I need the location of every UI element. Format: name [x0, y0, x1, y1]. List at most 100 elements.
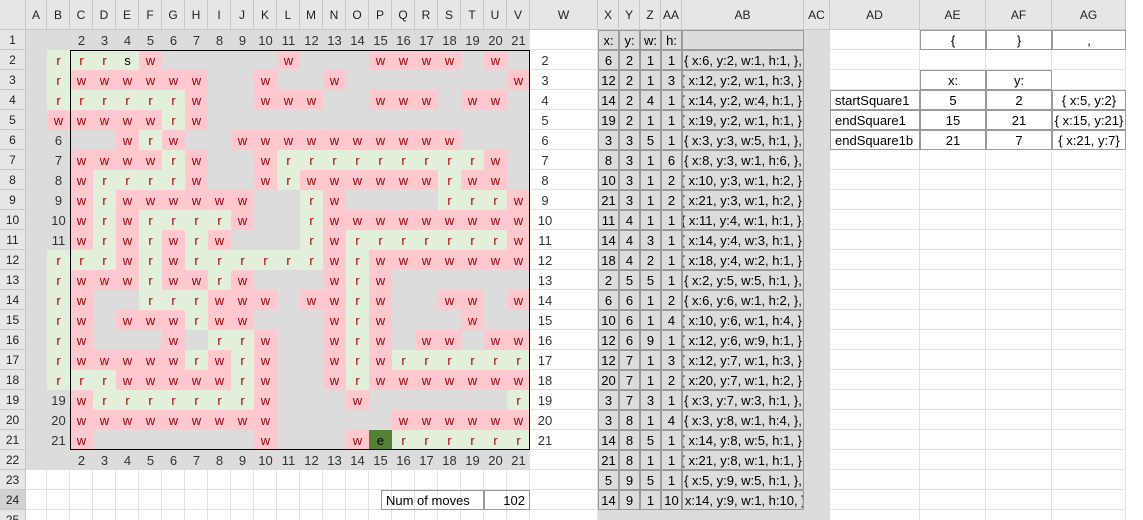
grid-cell[interactable]: [231, 470, 254, 490]
wall-table-cell[interactable]: 3: [598, 390, 619, 410]
grid-cell[interactable]: [300, 510, 323, 520]
route-cell[interactable]: r: [185, 350, 208, 370]
wall-table-cell[interactable]: 4: [640, 90, 661, 110]
route-cell[interactable]: r: [93, 50, 116, 70]
row-header-4[interactable]: 4: [0, 90, 26, 110]
wall-cell[interactable]: w: [254, 410, 277, 430]
wall-object-string[interactable]: { x:11, y:4, w:1, h:1, },: [682, 210, 804, 230]
grid-cell[interactable]: [185, 490, 208, 510]
route-cell[interactable]: r: [185, 290, 208, 310]
wall-table-cell[interactable]: 21: [598, 190, 619, 210]
column-header-l[interactable]: L: [277, 0, 300, 30]
wall-cell[interactable]: w: [438, 330, 461, 350]
grid-cell[interactable]: [830, 190, 920, 210]
wall-cell[interactable]: w: [231, 410, 254, 430]
route-cell[interactable]: r: [507, 430, 530, 450]
wall-table-cell[interactable]: 3: [619, 130, 640, 150]
column-header-s[interactable]: S: [438, 0, 461, 30]
row-header-9[interactable]: 9: [0, 190, 26, 210]
route-cell[interactable]: r: [116, 170, 139, 190]
grid-cell[interactable]: [1052, 230, 1126, 250]
wall-cell[interactable]: w: [484, 330, 507, 350]
route-cell[interactable]: r: [47, 310, 70, 330]
grid-cell[interactable]: [93, 470, 116, 490]
row-header-5[interactable]: 5: [0, 110, 26, 130]
wall-cell[interactable]: w: [162, 330, 185, 350]
grid-cell[interactable]: [830, 230, 920, 250]
wall-cell[interactable]: w: [139, 370, 162, 390]
row-header-17[interactable]: 17: [0, 350, 26, 370]
wall-cell[interactable]: w: [162, 350, 185, 370]
wall-cell[interactable]: w: [208, 410, 231, 430]
grid-cell[interactable]: [986, 190, 1052, 210]
route-cell[interactable]: r: [93, 170, 116, 190]
grid-cell[interactable]: [1052, 290, 1126, 310]
wall-cell[interactable]: w: [185, 110, 208, 130]
wall-object-string[interactable]: { x:21, y:8, w:1, h:1, },: [682, 450, 804, 470]
column-header-aa[interactable]: AA: [661, 0, 682, 30]
grid-cell[interactable]: [920, 170, 986, 190]
grid-cell[interactable]: [830, 150, 920, 170]
route-cell[interactable]: r: [300, 250, 323, 270]
grid-cell[interactable]: [986, 390, 1052, 410]
route-cell[interactable]: r: [93, 90, 116, 110]
wall-cell[interactable]: w: [116, 110, 139, 130]
grid-cell[interactable]: [986, 490, 1052, 510]
wall-cell[interactable]: w: [139, 190, 162, 210]
row-header-8[interactable]: 8: [0, 170, 26, 190]
wall-table-cell[interactable]: 1: [640, 70, 661, 90]
wall-cell[interactable]: w: [369, 330, 392, 350]
row-header-3[interactable]: 3: [0, 70, 26, 90]
wall-cell[interactable]: w: [392, 170, 415, 190]
wall-cell[interactable]: w: [369, 90, 392, 110]
wall-table-cell[interactable]: 1: [640, 310, 661, 330]
grid-cell[interactable]: [830, 430, 920, 450]
wall-table-cell[interactable]: 10: [661, 490, 682, 510]
grid-cell[interactable]: [1052, 70, 1126, 90]
grid-cell[interactable]: [277, 490, 300, 510]
wall-cell[interactable]: w: [461, 250, 484, 270]
grid-cell[interactable]: [70, 470, 93, 490]
wall-table-cell[interactable]: 2: [619, 90, 640, 110]
wall-cell[interactable]: w: [507, 70, 530, 90]
wall-table-cell[interactable]: 1: [661, 130, 682, 150]
coordinate-x[interactable]: 5: [920, 90, 986, 110]
grid-cell[interactable]: [920, 490, 986, 510]
wall-cell[interactable]: w: [185, 270, 208, 290]
wall-cell[interactable]: w: [254, 90, 277, 110]
grid-cell[interactable]: [830, 370, 920, 390]
wall-cell[interactable]: w: [392, 410, 415, 430]
column-header-e[interactable]: E: [116, 0, 139, 30]
route-cell[interactable]: r: [208, 390, 231, 410]
wall-cell[interactable]: w: [70, 190, 93, 210]
grid-cell[interactable]: [986, 150, 1052, 170]
wall-object-string[interactable]: { x:3, y:7, w:3, h:1, },: [682, 390, 804, 410]
wall-table-cell[interactable]: 2: [619, 110, 640, 130]
route-cell[interactable]: r: [185, 210, 208, 230]
wall-table-cell[interactable]: 1: [661, 50, 682, 70]
route-cell[interactable]: r: [139, 390, 162, 410]
column-header-r[interactable]: R: [415, 0, 438, 30]
wall-cell[interactable]: w: [116, 230, 139, 250]
route-cell[interactable]: r: [346, 230, 369, 250]
wall-cell[interactable]: w: [438, 250, 461, 270]
route-cell[interactable]: r: [70, 50, 93, 70]
route-cell[interactable]: r: [323, 150, 346, 170]
route-cell[interactable]: r: [231, 370, 254, 390]
grid-cell[interactable]: [530, 510, 598, 520]
route-cell[interactable]: r: [47, 290, 70, 310]
wall-cell[interactable]: w: [323, 270, 346, 290]
wall-object-string[interactable]: { x:12, y:7, w:1, h:3, },: [682, 350, 804, 370]
wall-cell[interactable]: w: [254, 150, 277, 170]
route-cell[interactable]: r: [93, 190, 116, 210]
route-cell[interactable]: r: [47, 270, 70, 290]
row-header-11[interactable]: 11: [0, 230, 26, 250]
wall-cell[interactable]: w: [415, 90, 438, 110]
grid-cell[interactable]: [1052, 390, 1126, 410]
wall-table-cell[interactable]: 11: [598, 210, 619, 230]
grid-cell[interactable]: [507, 470, 530, 490]
grid-cell[interactable]: [1052, 210, 1126, 230]
wall-cell[interactable]: w: [139, 150, 162, 170]
grid-cell[interactable]: [986, 270, 1052, 290]
wall-cell[interactable]: w: [162, 270, 185, 290]
